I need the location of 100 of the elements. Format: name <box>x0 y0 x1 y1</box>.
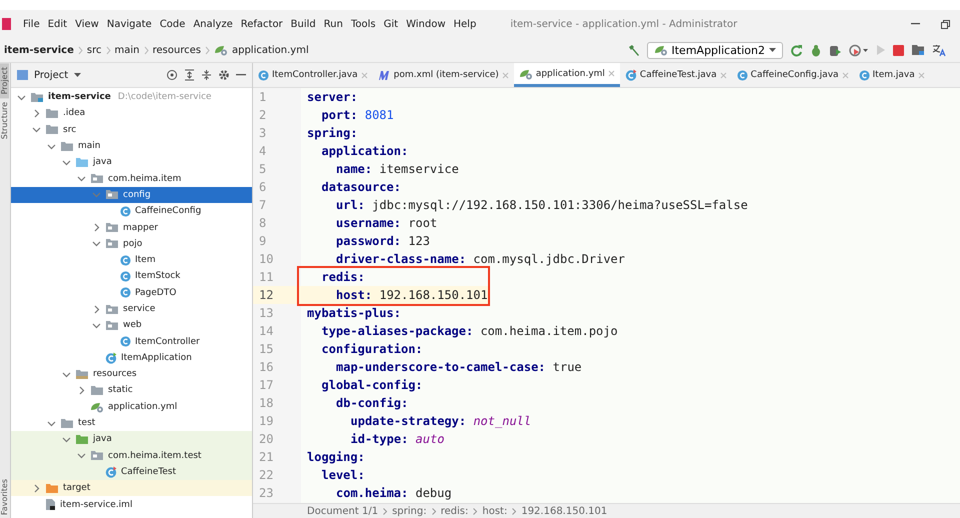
tree-item[interactable]: config <box>11 186 252 204</box>
tree-item[interactable]: item-service.iml <box>11 496 252 513</box>
breadcrumb-item[interactable]: host: <box>482 506 508 517</box>
expand-all-icon[interactable] <box>184 69 195 81</box>
tree-item[interactable]: com.heima.item <box>11 170 252 187</box>
tree-item[interactable]: item-service D:\code\item-service <box>11 89 252 106</box>
menu-item[interactable]: Git <box>380 18 402 30</box>
tree-item[interactable]: mapper <box>11 219 252 236</box>
chevron-down-icon[interactable] <box>92 320 101 330</box>
tree-item[interactable]: PageDTO <box>11 284 252 301</box>
menu-item[interactable]: Analyze <box>189 18 237 30</box>
minimize-icon[interactable] <box>910 23 920 25</box>
coverage-icon[interactable] <box>829 44 842 56</box>
menu-item[interactable]: Edit <box>44 18 72 30</box>
menu-item[interactable]: Tools <box>346 18 380 30</box>
chevron-down-icon[interactable] <box>62 370 71 379</box>
collapse-all-icon[interactable] <box>201 69 212 81</box>
editor-tab[interactable]: application.yml <box>514 63 620 87</box>
breadcrumb-item[interactable]: src <box>86 44 102 56</box>
chevron-right-icon[interactable] <box>92 304 101 314</box>
caret-icon[interactable] <box>769 48 776 52</box>
tree-item[interactable]: test <box>11 414 252 432</box>
breadcrumb-item[interactable]: resources <box>152 44 201 56</box>
tool-window-tab[interactable]: Project <box>0 63 9 98</box>
editor-tab[interactable]: pom.xml (item-service) <box>372 63 514 87</box>
tree-item[interactable]: .idea <box>11 105 252 122</box>
editor-tab[interactable]: CaffeineConfig.java <box>732 63 854 87</box>
rerun-icon[interactable] <box>790 44 803 56</box>
breadcrumb-item[interactable]: spring: <box>392 506 427 517</box>
tree-item[interactable]: java <box>11 154 252 170</box>
editor-tab[interactable]: CaffeineTest.java <box>620 63 732 87</box>
line-number: 19 <box>258 413 274 430</box>
chevron-down-icon[interactable] <box>92 239 101 248</box>
chevron-right-icon[interactable] <box>32 484 41 493</box>
profiler-icon[interactable] <box>849 44 869 56</box>
folder-icon <box>75 156 89 168</box>
tree-item[interactable]: ItemApplication <box>11 350 252 366</box>
chevron-right-icon[interactable] <box>32 108 41 118</box>
chevron-down-icon[interactable] <box>62 158 71 167</box>
bug-icon[interactable] <box>810 44 822 56</box>
stop-icon[interactable] <box>893 44 904 56</box>
project-structure-icon[interactable] <box>911 44 925 56</box>
minimize-icon[interactable] <box>236 74 246 76</box>
chevron-down-icon[interactable] <box>62 434 71 444</box>
breadcrumb-item[interactable]: main <box>114 44 140 56</box>
tool-window-tab[interactable]: Structure <box>0 98 9 144</box>
chevron-down-icon[interactable] <box>17 92 26 102</box>
panel-title[interactable]: Project <box>34 70 68 80</box>
tool-window-tab[interactable]: Favorites <box>0 474 9 518</box>
chevron-down-icon[interactable] <box>77 451 86 460</box>
run-configuration-dropdown[interactable]: ItemApplication2 <box>646 42 783 58</box>
tree-item[interactable]: ItemController <box>11 333 252 350</box>
tree-item[interactable]: pojo <box>11 236 252 252</box>
caret-icon[interactable] <box>74 73 82 77</box>
settings-icon[interactable] <box>218 69 230 81</box>
menu-item[interactable]: Build <box>286 18 320 30</box>
tree-item[interactable]: application.yml <box>11 398 252 415</box>
translate-icon[interactable] <box>932 44 946 56</box>
tree-item[interactable]: service <box>11 300 252 318</box>
tree-item[interactable]: ItemStock <box>11 268 252 285</box>
breadcrumb-item[interactable]: 192.168.150.101 <box>521 506 608 517</box>
chevron-down-icon[interactable] <box>47 418 56 428</box>
menu-item[interactable]: Window <box>402 18 450 30</box>
tree-item[interactable]: resources <box>11 366 252 382</box>
breadcrumb-item[interactable]: application.yml <box>232 44 309 56</box>
tree-item[interactable]: CaffeineTest <box>11 464 252 480</box>
tree-item[interactable]: java <box>11 431 252 448</box>
breadcrumb-item[interactable]: Document 1/1 <box>307 506 378 517</box>
tree-item[interactable]: CaffeineConfig <box>11 203 252 220</box>
tree-item[interactable]: web <box>11 317 252 334</box>
chevron-right-icon[interactable] <box>92 223 101 232</box>
menu-item[interactable]: Refactor <box>236 18 287 30</box>
tree-item[interactable]: src <box>11 122 252 138</box>
hammer-icon[interactable] <box>626 44 640 56</box>
tree-item[interactable]: target <box>11 480 252 496</box>
code-text: map-underscore-to-camel-case: true <box>335 359 582 376</box>
restore-icon[interactable] <box>940 20 950 28</box>
breadcrumb-item[interactable]: redis: <box>440 506 468 517</box>
chevron-right-icon <box>512 508 516 515</box>
editor-tab[interactable]: Item.java <box>854 63 930 87</box>
chevron-down-icon[interactable] <box>32 125 41 134</box>
editor-tab[interactable]: ItemController.java <box>253 63 373 87</box>
chevron-down-icon[interactable] <box>77 174 86 184</box>
locate-icon[interactable] <box>166 69 178 81</box>
code-text: global-config: <box>320 377 423 394</box>
menu-item[interactable]: File <box>19 18 44 30</box>
tree-item[interactable]: static <box>11 382 252 399</box>
tree-item[interactable]: com.heima.item.test <box>11 448 252 464</box>
chevron-right-icon[interactable] <box>77 386 86 395</box>
class-icon <box>624 69 637 81</box>
menu-item[interactable]: Code <box>156 18 190 30</box>
chevron-down-icon[interactable] <box>47 142 56 151</box>
breadcrumb-item[interactable]: item-service <box>4 44 74 56</box>
tree-item[interactable]: main <box>11 138 252 154</box>
tree-item[interactable]: Item <box>11 252 252 268</box>
line-number: 20 <box>258 431 274 448</box>
menu-item[interactable]: Run <box>320 18 347 30</box>
menu-item[interactable]: Navigate <box>102 18 156 30</box>
menu-item[interactable]: Help <box>450 18 480 30</box>
menu-item[interactable]: View <box>71 18 103 30</box>
